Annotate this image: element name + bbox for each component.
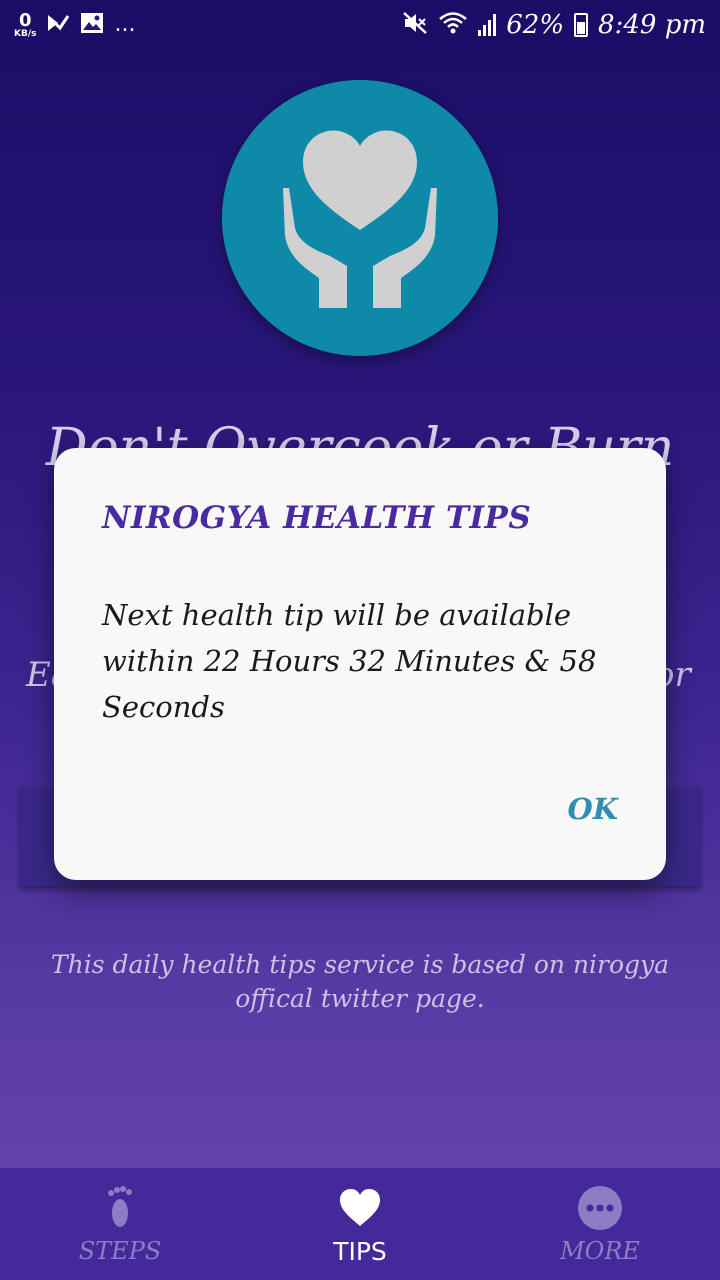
nav-item-steps[interactable]: STEPS: [0, 1168, 240, 1280]
dialog-message: Next health tip will be available within…: [102, 598, 597, 724]
notification-check-icon: [46, 12, 70, 39]
ok-button[interactable]: OK: [568, 792, 618, 826]
status-bar: 0 KB/s ... 62% 8:49 pm: [0, 0, 720, 50]
signal-icon: [478, 14, 497, 36]
heart-icon: [338, 1183, 382, 1233]
status-bar-left: 0 KB/s ...: [14, 9, 136, 39]
battery-icon: [574, 13, 589, 37]
mute-icon: [402, 11, 428, 39]
network-speed: 0 KB/s: [14, 9, 37, 39]
nav-item-more[interactable]: MORE: [480, 1168, 720, 1280]
health-tips-dialog: NIROGYA HEALTH TIPS Next health tip will…: [54, 448, 666, 880]
nav-label-tips: TIPS: [333, 1236, 387, 1266]
status-bar-right: 62% 8:49 pm: [402, 10, 706, 40]
heart-hands-icon: [283, 130, 437, 308]
wifi-icon: [438, 11, 468, 39]
nav-item-tips[interactable]: TIPS: [240, 1168, 480, 1280]
more-dots-icon: [577, 1183, 623, 1233]
network-speed-unit: KB/s: [14, 28, 37, 39]
nav-label-more: MORE: [560, 1237, 640, 1265]
app-logo: [222, 80, 498, 356]
nav-label-steps: STEPS: [78, 1237, 162, 1265]
dialog-title: NIROGYA HEALTH TIPS: [102, 500, 532, 536]
service-note: This daily health tips service is based …: [50, 950, 670, 1013]
network-speed-value: 0: [18, 9, 32, 31]
footprint-icon: [105, 1183, 135, 1233]
more-notifications: ...: [114, 12, 136, 37]
gallery-icon: [80, 12, 104, 39]
bottom-navigation: STEPS TIPS MORE: [0, 1168, 720, 1280]
battery-percent: 62%: [506, 10, 565, 40]
clock: 8:49 pm: [598, 10, 706, 40]
